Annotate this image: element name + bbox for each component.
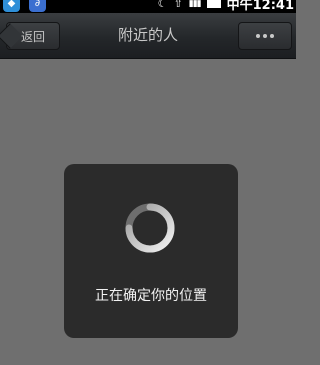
page-title: 附近的人 xyxy=(117,26,178,44)
battery-icon xyxy=(206,0,221,8)
moon-icon: ☾ xyxy=(157,0,168,10)
status-right: ☾ ⇧ ▮▮▮ 中午12:41 xyxy=(157,0,294,13)
app-icon: ◆ xyxy=(3,0,20,12)
loading-message: 正在确定你的位置 xyxy=(95,288,207,304)
more-dots-icon xyxy=(256,34,274,38)
spinner-icon xyxy=(125,203,175,253)
more-button[interactable] xyxy=(238,22,292,50)
loading-dialog: 正在确定你的位置 xyxy=(64,164,238,338)
signal-icon: ▮▮▮ xyxy=(188,0,202,9)
title-bar: 返回 附近的人 xyxy=(0,13,296,59)
back-button[interactable]: 返回 xyxy=(6,22,60,50)
clip-icon: ∂ xyxy=(29,0,46,12)
back-button-label: 返回 xyxy=(20,30,45,44)
status-bar: ◆ ∂ ☾ ⇧ ▮▮▮ 中午12:41 xyxy=(0,0,296,13)
wifi-icon: ⇧ xyxy=(173,0,183,10)
status-clock: 中午12:41 xyxy=(226,0,294,13)
